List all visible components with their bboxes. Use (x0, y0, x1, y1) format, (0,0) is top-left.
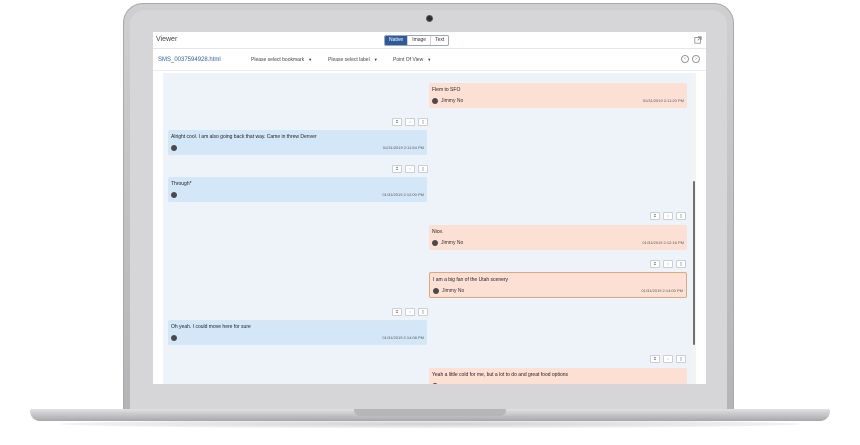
message-text: Oh yeah. I could move here for sure (171, 324, 251, 330)
viewer-window: Viewer Native Image Text SMS_0037594928.… (153, 32, 706, 384)
comment-icon[interactable]: ◌ (663, 355, 673, 363)
external-link-icon[interactable] (694, 36, 702, 44)
comment-icon[interactable]: ◌ (663, 212, 673, 220)
comment-icon[interactable]: ◌ (405, 165, 415, 173)
comment-icon[interactable]: ◌ (405, 118, 415, 126)
avatar (171, 192, 177, 198)
message-incoming[interactable]: Oh yeah. I could move here for sure 01/3… (168, 320, 427, 345)
avatar (171, 335, 177, 341)
viewer-header: Viewer Native Image Text (153, 32, 706, 49)
point-of-view-select[interactable]: Point Of View ▼ (393, 57, 431, 63)
viewer-toolbar: SMS_0037594928.html Please select bookma… (153, 50, 706, 71)
camera-icon (426, 15, 433, 22)
message-actions: ⌗ ◌ ▯ (392, 165, 428, 173)
message-actions: ⌗ ◌ ▯ (392, 118, 428, 126)
bookmark-icon[interactable]: ▯ (676, 260, 686, 268)
label-select[interactable]: Please select label ▼ (328, 57, 378, 63)
caret-down-icon: ▼ (308, 57, 313, 62)
message-sender: Jimmy No (441, 98, 464, 104)
caret-down-icon: ▼ (373, 57, 378, 62)
tab-text[interactable]: Text (430, 36, 449, 45)
bookmark-select[interactable]: Please select bookmark ▼ (251, 57, 312, 63)
message-timestamp: 01/31/2019 2:11:54 PM (382, 145, 424, 150)
message-actions: ⌗ ◌ ▯ (392, 308, 428, 316)
message-text: Flem to SFO (432, 87, 461, 93)
view-mode-tabs: Native Image Text (384, 35, 450, 46)
chevron-left-icon[interactable]: ‹ (681, 55, 689, 63)
message-actions: ⌗ ◌ ▯ (650, 355, 686, 363)
laptop-shadow (60, 420, 800, 428)
chevron-right-icon[interactable]: › (692, 55, 700, 63)
comment-icon[interactable]: ◌ (663, 260, 673, 268)
message-text: Yeah a little cold for me, but a lot to … (432, 372, 569, 378)
point-of-view-label: Point Of View (393, 57, 424, 63)
tag-icon[interactable]: ⌗ (392, 308, 402, 316)
avatar (433, 288, 439, 294)
message-timestamp: 01/31/2019 2:14:00 PM (641, 288, 683, 293)
message-sender: Jimmy No (441, 240, 464, 246)
message-text: Alright cool. I am also going back that … (171, 134, 317, 140)
message-outgoing[interactable]: Nice. Jimmy No 01/31/2019 2:12:16 PM (429, 225, 687, 250)
bookmark-icon[interactable]: ▯ (676, 212, 686, 220)
bookmark-select-label: Please select bookmark (251, 57, 305, 63)
message-outgoing[interactable]: Yeah a little cold for me, but a lot to … (429, 368, 687, 384)
avatar (432, 240, 438, 246)
message-text: I am a big fan of the Utah scenery (433, 277, 509, 283)
laptop-mockup: Viewer Native Image Text SMS_0037594928.… (0, 0, 860, 445)
viewer-title: Viewer (156, 36, 178, 43)
tag-icon[interactable]: ⌗ (650, 212, 660, 220)
message-timestamp: 01/31/2019 2:12:16 PM (642, 240, 684, 245)
tag-icon[interactable]: ⌗ (392, 165, 402, 173)
tab-native[interactable]: Native (385, 36, 408, 45)
label-select-label: Please select label (328, 57, 370, 63)
message-actions: ⌗ ◌ ▯ (650, 212, 686, 220)
tag-icon[interactable]: ⌗ (650, 355, 660, 363)
laptop-notch (354, 409, 506, 416)
message-incoming[interactable]: Through* 01/31/2019 2:12:00 PM (168, 177, 427, 202)
bookmark-icon[interactable]: ▯ (676, 355, 686, 363)
avatar (171, 145, 177, 151)
tab-image[interactable]: Image (407, 36, 431, 45)
message-text: Nice. (432, 229, 444, 235)
file-name-link[interactable]: SMS_0037594928.html (158, 57, 221, 63)
tag-icon[interactable]: ⌗ (392, 118, 402, 126)
tag-icon[interactable]: ⌗ (650, 260, 660, 268)
scrollbar[interactable] (692, 73, 696, 384)
bookmark-icon[interactable]: ▯ (418, 165, 428, 173)
message-timestamp: 01/31/2019 2:14:08 PM (382, 335, 424, 340)
message-incoming[interactable]: Alright cool. I am also going back that … (168, 130, 427, 155)
message-sender: Jimmy No (442, 288, 465, 294)
message-thread[interactable]: Flem to SFO Jimmy No 01/31/2019 2:11:20 … (163, 73, 692, 384)
message-timestamp: 01/31/2019 2:12:00 PM (382, 192, 424, 197)
message-outgoing[interactable]: Flem to SFO Jimmy No 01/31/2019 2:11:20 … (429, 83, 687, 108)
avatar (432, 383, 438, 384)
message-actions: ⌗ ◌ ▯ (650, 260, 686, 268)
message-timestamp: 01/31/2019 2:11:20 PM (642, 98, 684, 103)
bookmark-icon[interactable]: ▯ (418, 118, 428, 126)
message-text: Through* (171, 181, 192, 187)
scrollbar-thumb[interactable] (693, 181, 695, 345)
bookmark-icon[interactable]: ▯ (418, 308, 428, 316)
message-outgoing-selected[interactable]: I am a big fan of the Utah scenery Jimmy… (429, 272, 687, 298)
avatar (432, 98, 438, 104)
caret-down-icon: ▼ (427, 57, 432, 62)
comment-icon[interactable]: ◌ (405, 308, 415, 316)
